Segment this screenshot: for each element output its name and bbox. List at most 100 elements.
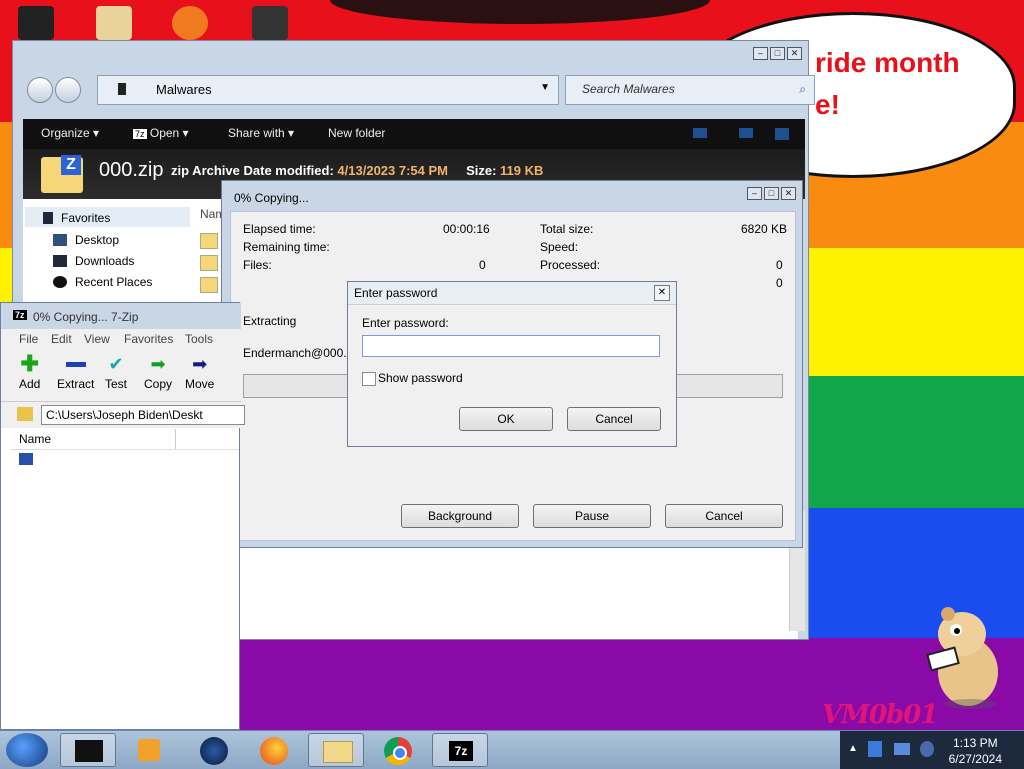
extract-button[interactable]: Extract [57, 355, 94, 391]
clock[interactable]: 1:13 PM 6/27/2024 [949, 735, 1002, 767]
help-icon[interactable] [775, 128, 789, 140]
speed-label: Speed: [540, 240, 579, 254]
show-password-label[interactable]: Show password [378, 371, 463, 385]
7zip-title: 0% Copying... 7-Zip [33, 310, 139, 324]
desktop-icon-media[interactable] [172, 6, 208, 40]
search-icon[interactable]: ⌕ [799, 82, 806, 97]
taskbar-app-media[interactable] [120, 733, 176, 767]
elapsed-label: Elapsed time: [243, 222, 316, 236]
menu-view[interactable]: View [84, 332, 110, 346]
taskbar-app-7zip[interactable]: 7z [432, 733, 488, 767]
taskbar-app-globe[interactable] [186, 733, 242, 767]
copy-button[interactable]: ➡ Copy [144, 355, 172, 391]
zip-file-icon: Z [41, 155, 83, 193]
dialog-title: 0% Copying... [234, 191, 309, 205]
password-dialog-title: Enter password [354, 286, 438, 300]
globe-icon [200, 737, 228, 765]
show-password-checkbox[interactable] [362, 372, 376, 386]
close-icon[interactable]: ✕ [654, 285, 670, 301]
column-header-name[interactable]: Name [19, 432, 51, 446]
recent-places-icon [53, 276, 67, 288]
nav-favorites-label[interactable]: Favorites [43, 211, 110, 225]
test-button[interactable]: ✔ Test [105, 355, 127, 391]
password-input[interactable] [362, 335, 660, 357]
tray-app-icon[interactable] [868, 741, 882, 757]
volume-icon[interactable] [920, 741, 934, 757]
search-placeholder: Search Malwares [582, 82, 675, 96]
cancel-button[interactable]: Cancel [567, 407, 661, 431]
chevron-down-icon[interactable]: ▼ [540, 82, 550, 93]
7zip-toolbar: ✚ Add Extract ✔ Test ➡ Copy ➡ Move [1, 349, 241, 401]
move-button[interactable]: ➡ Move [185, 355, 214, 391]
nav-downloads[interactable]: Downloads [53, 254, 134, 268]
menu-tools[interactable]: Tools [185, 332, 213, 346]
7zip-titlebar: 7z 0% Copying... 7-Zip [1, 303, 241, 329]
back-button[interactable] [27, 77, 53, 103]
taskbar-app-terminal[interactable] [60, 733, 116, 767]
share-with-button[interactable]: Share with ▾ [228, 126, 294, 140]
taskbar-app-chrome[interactable] [370, 733, 426, 767]
star-icon [43, 212, 53, 224]
column-divider[interactable] [175, 429, 176, 449]
minimize-button[interactable]: – [747, 187, 762, 200]
maximize-button[interactable]: □ [770, 47, 785, 60]
address-text: Malwares [156, 82, 212, 97]
network-icon[interactable] [894, 743, 910, 755]
close-button[interactable]: ✕ [781, 187, 796, 200]
cancel-button[interactable]: Cancel [665, 504, 783, 528]
downloads-icon [53, 255, 67, 267]
forward-button[interactable] [55, 77, 81, 103]
minimize-button[interactable]: – [753, 47, 768, 60]
open-button[interactable]: 7z Open ▾ [133, 126, 189, 140]
menu-favorites[interactable]: Favorites [124, 332, 173, 346]
address-bar[interactable]: Malwares ▼ [97, 75, 559, 105]
desktop-icon-folder[interactable] [96, 6, 132, 40]
terminal-icon [75, 740, 103, 762]
new-folder-button[interactable]: New folder [328, 126, 385, 140]
menu-edit[interactable]: Edit [51, 332, 72, 346]
file-name: 000.zip [99, 159, 164, 181]
menu-file[interactable]: File [19, 332, 38, 346]
add-button[interactable]: ✚ Add [19, 353, 40, 392]
path-input[interactable]: C:\Users\Joseph Biden\Deskt [41, 405, 245, 425]
close-button[interactable]: ✕ [787, 47, 802, 60]
start-button[interactable] [6, 733, 48, 767]
arrow-right-blue-icon: ➡ [192, 354, 208, 374]
pause-button[interactable]: Pause [533, 504, 651, 528]
navigation-pane: Favorites Desktop Downloads Recent Place… [23, 199, 198, 309]
nav-recent-places[interactable]: Recent Places [53, 275, 152, 289]
file-icon[interactable] [200, 233, 218, 249]
desktop-icon [53, 234, 67, 246]
processed-label: Processed: [540, 258, 601, 272]
taskbar-app-firefox[interactable] [246, 733, 302, 767]
7zip-icon: 7z [133, 129, 147, 139]
maximize-button[interactable]: □ [764, 187, 779, 200]
explorer-folder-icon [323, 741, 353, 763]
search-box[interactable]: Search Malwares ⌕ [565, 75, 815, 105]
preview-pane-icon[interactable] [739, 128, 753, 138]
system-tray: ▲ 1:13 PM 6/27/2024 [840, 731, 1024, 769]
view-icon[interactable] [693, 128, 707, 138]
background-button[interactable]: Background [401, 504, 519, 528]
ok-button[interactable]: OK [459, 407, 553, 431]
row4-value: 0 [776, 276, 783, 290]
desktop-icons [0, 0, 330, 40]
file-meta: zip Archive Date modified: 4/13/2023 7:5… [171, 163, 544, 178]
explorer-toolbar: Organize ▾ 7z Open ▾ Share with ▾ New fo… [23, 119, 805, 149]
desktop-icon-app[interactable] [252, 6, 288, 40]
clock-time: 1:13 PM [952, 736, 998, 750]
files-label: Files: [243, 258, 272, 272]
file-icon[interactable] [200, 277, 218, 293]
firefox-icon [260, 737, 288, 765]
path-bar: C:\Users\Joseph Biden\Deskt [1, 401, 245, 428]
organize-button[interactable]: Organize ▾ [41, 126, 99, 140]
list-header: Name [11, 429, 239, 450]
taskbar-app-explorer[interactable] [308, 733, 364, 767]
file-icon[interactable] [19, 453, 33, 465]
desktop-icon-trash[interactable] [18, 6, 54, 40]
file-icon[interactable] [200, 255, 218, 271]
7zip-icon: 7z [13, 310, 27, 320]
tray-expand-icon[interactable]: ▲ [848, 743, 858, 754]
nav-desktop[interactable]: Desktop [53, 233, 119, 247]
folder-up-icon[interactable] [17, 407, 33, 421]
